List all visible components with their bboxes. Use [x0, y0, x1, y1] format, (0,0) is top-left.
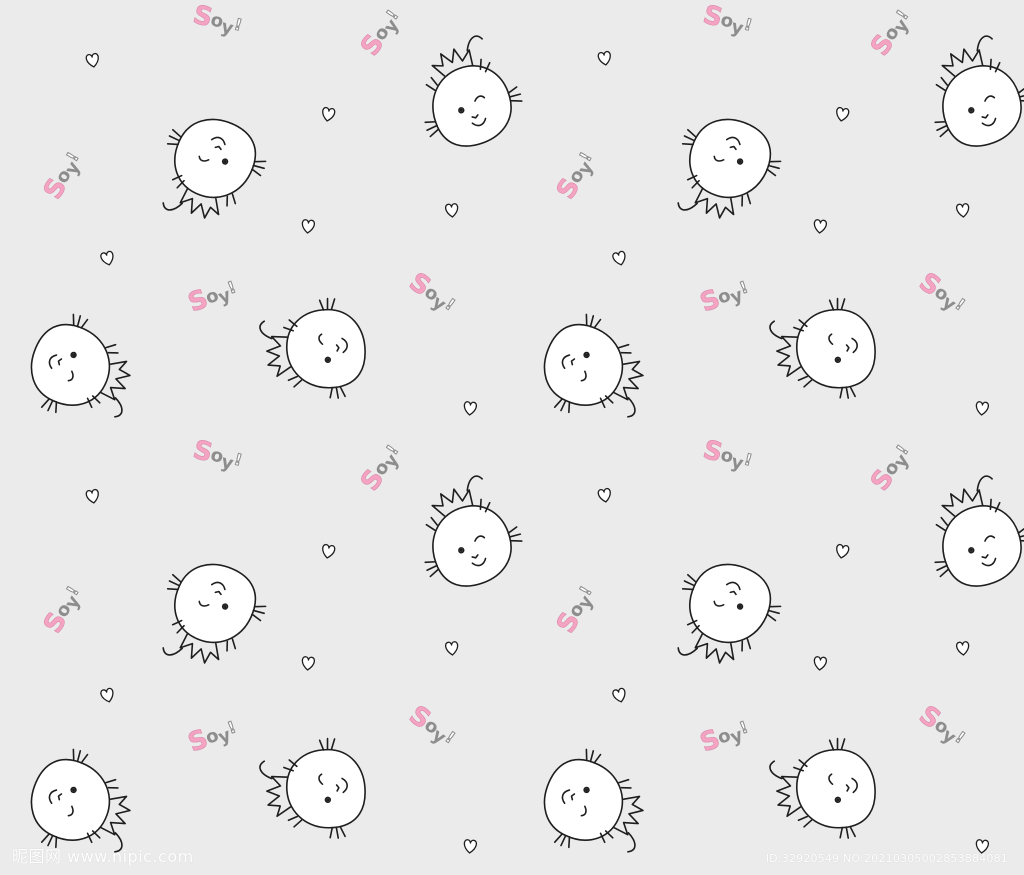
watermark-site: 昵图网 www.nipic.com [12, 847, 194, 866]
cat-pattern-background: S o y ! [0, 0, 1024, 875]
watermark-id: ID:32920549 NO:20210305002853884081 [765, 852, 1008, 865]
